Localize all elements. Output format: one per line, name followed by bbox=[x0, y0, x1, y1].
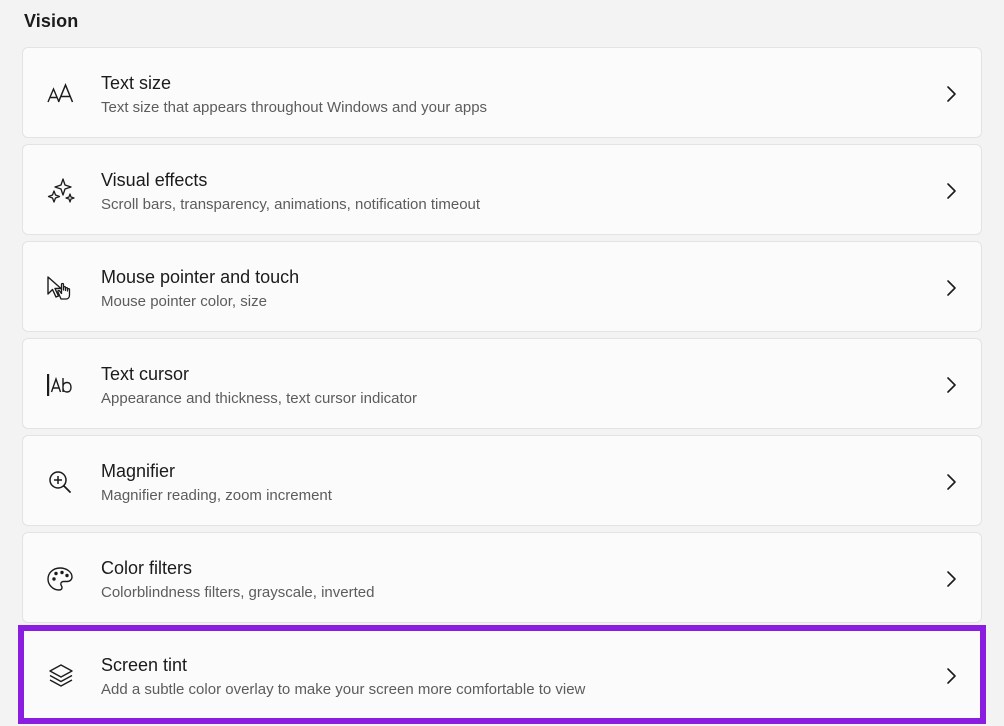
chevron-right-icon bbox=[943, 278, 959, 298]
setting-title: Mouse pointer and touch bbox=[101, 267, 300, 287]
setting-title: Screen tint bbox=[101, 655, 188, 675]
setting-screen-tint[interactable]: Screen tint Add a subtle color overlay t… bbox=[18, 625, 986, 724]
setting-text-size[interactable]: Text size Text size that appears through… bbox=[22, 47, 982, 138]
magnifier-icon bbox=[45, 468, 77, 496]
section-title: Vision bbox=[24, 11, 79, 31]
setting-title: Text size bbox=[101, 73, 172, 93]
setting-title: Color filters bbox=[101, 558, 193, 578]
setting-description: Mouse pointer color, size bbox=[101, 293, 267, 310]
chevron-right-icon bbox=[943, 472, 959, 492]
setting-text-cursor[interactable]: Text cursor Appearance and thickness, te… bbox=[22, 338, 982, 429]
setting-magnifier[interactable]: Magnifier Magnifier reading, zoom increm… bbox=[22, 435, 982, 526]
chevron-right-icon bbox=[943, 666, 959, 686]
setting-visual-effects[interactable]: Visual effects Scroll bars, transparency… bbox=[22, 144, 982, 235]
text-size-icon bbox=[45, 80, 77, 108]
setting-description: Colorblindness filters, grayscale, inver… bbox=[101, 584, 375, 601]
chevron-right-icon bbox=[943, 569, 959, 589]
text-cursor-icon bbox=[45, 371, 77, 399]
setting-mouse-pointer-touch[interactable]: Mouse pointer and touch Mouse pointer co… bbox=[22, 241, 982, 332]
setting-color-filters[interactable]: Color filters Colorblindness filters, gr… bbox=[22, 532, 982, 623]
setting-description: Add a subtle color overlay to make your … bbox=[101, 681, 586, 698]
chevron-right-icon bbox=[943, 375, 959, 395]
layers-icon bbox=[47, 662, 79, 690]
setting-title: Visual effects bbox=[101, 170, 208, 190]
chevron-right-icon bbox=[943, 84, 959, 104]
setting-description: Magnifier reading, zoom increment bbox=[101, 487, 332, 504]
settings-list: Text size Text size that appears through… bbox=[18, 47, 986, 726]
chevron-right-icon bbox=[943, 181, 959, 201]
palette-icon bbox=[45, 565, 77, 593]
setting-description: Appearance and thickness, text cursor in… bbox=[101, 390, 418, 407]
setting-description: Text size that appears throughout Window… bbox=[101, 99, 488, 116]
setting-title: Magnifier bbox=[101, 461, 176, 481]
setting-description: Scroll bars, transparency, animations, n… bbox=[101, 196, 481, 213]
setting-title: Text cursor bbox=[101, 364, 190, 384]
settings-page: Vision Text size Text size that appears … bbox=[0, 0, 1004, 724]
mouse-pointer-touch-icon bbox=[45, 274, 77, 302]
sparkle-icon bbox=[45, 177, 77, 205]
